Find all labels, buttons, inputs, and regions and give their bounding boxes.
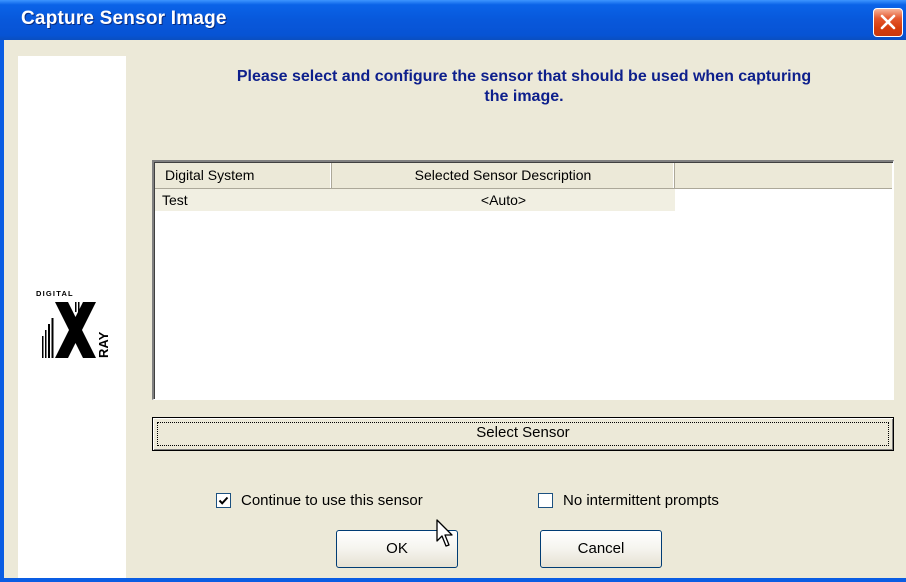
- cancel-button[interactable]: Cancel: [540, 530, 662, 568]
- close-icon: [880, 14, 896, 30]
- continue-sensor-label: Continue to use this sensor: [241, 492, 423, 509]
- checkmark-icon: [218, 496, 229, 505]
- window-title: Capture Sensor Image: [21, 8, 227, 29]
- svg-text:RAY: RAY: [96, 331, 111, 358]
- dialog-body: DIGITAL RAY Please select and configure …: [4, 40, 906, 578]
- digital-xray-logo: DIGITAL RAY: [36, 289, 111, 358]
- no-prompts-checkbox[interactable]: [538, 493, 553, 508]
- svg-text:DIGITAL: DIGITAL: [36, 289, 74, 298]
- cell-sensor-description: <Auto>: [480, 192, 527, 208]
- capture-sensor-dialog: Capture Sensor Image DIGITAL RAY Please …: [0, 0, 906, 582]
- title-bar[interactable]: Capture Sensor Image: [0, 0, 906, 40]
- table-row[interactable]: Test <Auto>: [155, 189, 675, 211]
- list-header: Digital System Selected Sensor Descripti…: [155, 163, 892, 189]
- sensor-list[interactable]: Digital System Selected Sensor Descripti…: [152, 160, 894, 400]
- column-header-empty[interactable]: [675, 163, 892, 188]
- logo-panel: DIGITAL RAY: [18, 56, 126, 578]
- instruction-text: Please select and configure the sensor t…: [154, 67, 894, 107]
- instruction-line-2: the image.: [484, 88, 564, 105]
- select-sensor-button[interactable]: Select Sensor: [152, 417, 894, 451]
- column-header-sensor-description[interactable]: Selected Sensor Description: [332, 163, 675, 188]
- cell-digital-system: Test: [162, 192, 188, 208]
- no-prompts-option[interactable]: No intermittent prompts: [538, 492, 719, 509]
- continue-sensor-checkbox[interactable]: [216, 493, 231, 508]
- select-sensor-label: Select Sensor: [476, 424, 570, 441]
- continue-sensor-option[interactable]: Continue to use this sensor: [216, 492, 423, 509]
- instruction-line-1: Please select and configure the sensor t…: [236, 68, 812, 85]
- column-header-digital-system[interactable]: Digital System: [155, 163, 332, 188]
- close-button[interactable]: [873, 8, 903, 37]
- no-prompts-label: No intermittent prompts: [563, 492, 719, 509]
- mouse-pointer-icon: [436, 519, 453, 547]
